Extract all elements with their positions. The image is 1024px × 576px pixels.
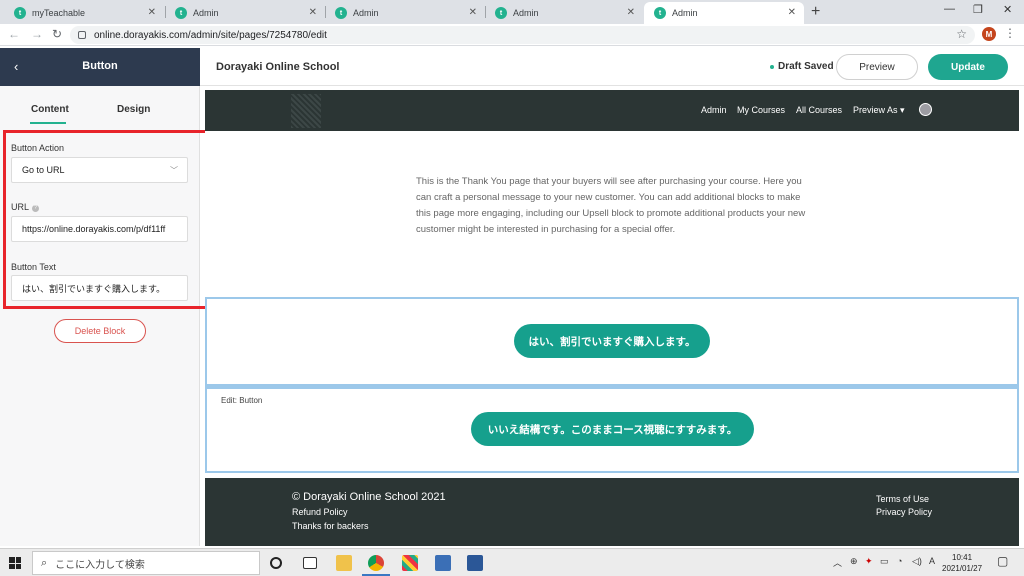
taskbar-clock[interactable]: 10:41 2021/01/27 (942, 552, 982, 574)
url-text: online.dorayakis.com/admin/site/pages/72… (94, 29, 327, 41)
browser-menu-icon[interactable]: ⋮ (1004, 26, 1016, 40)
site-navbar: Admin My Courses All Courses Preview As … (205, 90, 1019, 131)
privacy-policy-link[interactable]: Privacy Policy (876, 507, 932, 517)
browser-tab[interactable]: t Admin ✕ (165, 2, 325, 24)
tab-title: Admin (193, 8, 219, 18)
minimize-icon[interactable]: — (944, 3, 955, 15)
bookmark-star-icon[interactable]: ☆ (956, 27, 967, 41)
nav-all-courses[interactable]: All Courses (796, 105, 842, 115)
nav-admin[interactable]: Admin (701, 105, 727, 115)
tray-volume-icon[interactable]: ◁) (912, 556, 922, 567)
browser-tab-bar: t myTeachable ✕ t Admin ✕ t Admin ✕ t Ad… (0, 0, 1024, 24)
windows-taskbar: ⌕ ここに入力して検索 ︿ ⊕ ✦ ▭ ◔ ◁) A 10:41 2021/01… (0, 548, 1024, 576)
delete-block-button[interactable]: Delete Block (54, 319, 146, 343)
tab-design[interactable]: Design (117, 104, 150, 115)
file-explorer-icon[interactable] (336, 555, 352, 571)
no-button-block[interactable]: Edit: Button いいえ結構です。このままコース視聴にすすみます。 (205, 386, 1019, 473)
refund-policy-link[interactable]: Refund Policy (292, 507, 348, 517)
site-logo[interactable] (291, 94, 321, 128)
active-tab-indicator (30, 122, 66, 124)
close-icon[interactable]: ✕ (309, 7, 317, 18)
red-highlight-box (3, 130, 212, 309)
browser-tab[interactable]: t myTeachable ✕ (4, 2, 164, 24)
new-tab-icon[interactable]: + (811, 3, 820, 21)
tab-title: Admin (513, 8, 539, 18)
browser-tab[interactable]: t Admin ✕ (485, 2, 643, 24)
taskbar-search[interactable]: ⌕ ここに入力して検索 (32, 551, 260, 575)
edit-block-label: Edit: Button (221, 396, 263, 405)
draft-status: Draft Saved (770, 61, 834, 72)
preview-button[interactable]: Preview (836, 54, 918, 80)
page-preview: Admin My Courses All Courses Preview As … (205, 90, 1019, 546)
tray-network-icon[interactable]: ▭ (880, 556, 889, 567)
close-icon[interactable]: ✕ (148, 7, 156, 18)
word-icon[interactable] (467, 555, 483, 571)
close-icon[interactable]: ✕ (627, 7, 635, 18)
yes-discount-button[interactable]: はい、割引でいますぐ購入します。 (514, 324, 710, 358)
clock-date: 2021/01/27 (942, 564, 983, 573)
school-name: Dorayaki Online School (216, 61, 340, 73)
panel-header: ‹ Button (0, 48, 200, 86)
close-icon[interactable]: ✕ (788, 7, 796, 18)
teachable-favicon-icon: t (495, 7, 507, 19)
back-arrow-icon[interactable]: ← (8, 27, 20, 41)
search-placeholder: ここに入力して検索 (55, 559, 145, 571)
no-thanks-button[interactable]: いいえ結構です。このままコース視聴にすすみます。 (471, 412, 754, 446)
tab-title: Admin (353, 8, 379, 18)
yes-button-block[interactable]: はい、割引でいますぐ購入します。 (205, 297, 1019, 386)
tray-dropbox-icon[interactable]: ✦ (865, 556, 873, 567)
teachable-favicon-icon: t (14, 7, 26, 19)
address-bar: ← → ↻ online.dorayakis.com/admin/site/pa… (0, 24, 1024, 46)
window-close-icon[interactable]: ✕ (1003, 3, 1012, 16)
tray-chevron-up-icon[interactable]: ︿ (833, 556, 842, 569)
browser-tab[interactable]: t Admin ✕ (325, 2, 485, 24)
tab-content[interactable]: Content (31, 104, 69, 115)
draft-status-text: Draft Saved (778, 61, 834, 72)
url-input[interactable]: online.dorayakis.com/admin/site/pages/72… (70, 26, 975, 44)
teachable-favicon-icon: t (175, 7, 187, 19)
editor-header: ‹ Button Dorayaki Online School Draft Sa… (0, 48, 1024, 86)
user-avatar[interactable] (919, 103, 932, 116)
tab-title: Admin (672, 8, 698, 18)
windows-start-icon[interactable] (9, 557, 21, 569)
task-view-icon[interactable] (303, 557, 317, 569)
teachable-favicon-icon: t (335, 7, 347, 19)
tray-wifi-icon[interactable]: ◔ (897, 556, 902, 566)
terms-of-use-link[interactable]: Terms of Use (876, 494, 929, 504)
profile-avatar[interactable]: M (982, 27, 996, 41)
nav-my-courses[interactable]: My Courses (737, 105, 785, 115)
thanks-backers-link[interactable]: Thanks for backers (292, 521, 369, 531)
browser-tab-active[interactable]: t Admin ✕ (644, 2, 804, 24)
tab-title: myTeachable (32, 8, 86, 18)
status-dot-icon (770, 64, 774, 69)
notifications-icon[interactable]: ▢ (997, 554, 1008, 568)
clock-time: 10:41 (952, 553, 973, 562)
footer-copyright: © Dorayaki Online School 2021 (292, 491, 446, 503)
search-icon: ⌕ (41, 556, 48, 569)
cortana-icon[interactable] (270, 557, 282, 569)
forward-arrow-icon[interactable]: → (31, 27, 43, 41)
photos-icon[interactable] (435, 555, 451, 571)
app-icon[interactable] (402, 555, 418, 571)
tray-app-icon[interactable]: ⊕ (850, 556, 858, 567)
site-footer: © Dorayaki Online School 2021 Refund Pol… (205, 478, 1019, 546)
close-icon[interactable]: ✕ (469, 7, 477, 18)
thank-you-message[interactable]: This is the Thank You page that your buy… (416, 174, 806, 238)
lock-icon (78, 31, 86, 39)
panel-title: Button (82, 60, 118, 72)
panel-tabs: Content Design (0, 86, 200, 124)
teachable-favicon-icon: t (654, 7, 666, 19)
tray-ime-icon[interactable]: A (929, 556, 935, 566)
restore-icon[interactable]: ❐ (973, 3, 983, 16)
reload-icon[interactable]: ↻ (52, 27, 62, 41)
nav-preview-as[interactable]: Preview As ▾ (853, 105, 905, 116)
chrome-icon[interactable] (368, 555, 384, 571)
update-button[interactable]: Update (928, 54, 1008, 80)
